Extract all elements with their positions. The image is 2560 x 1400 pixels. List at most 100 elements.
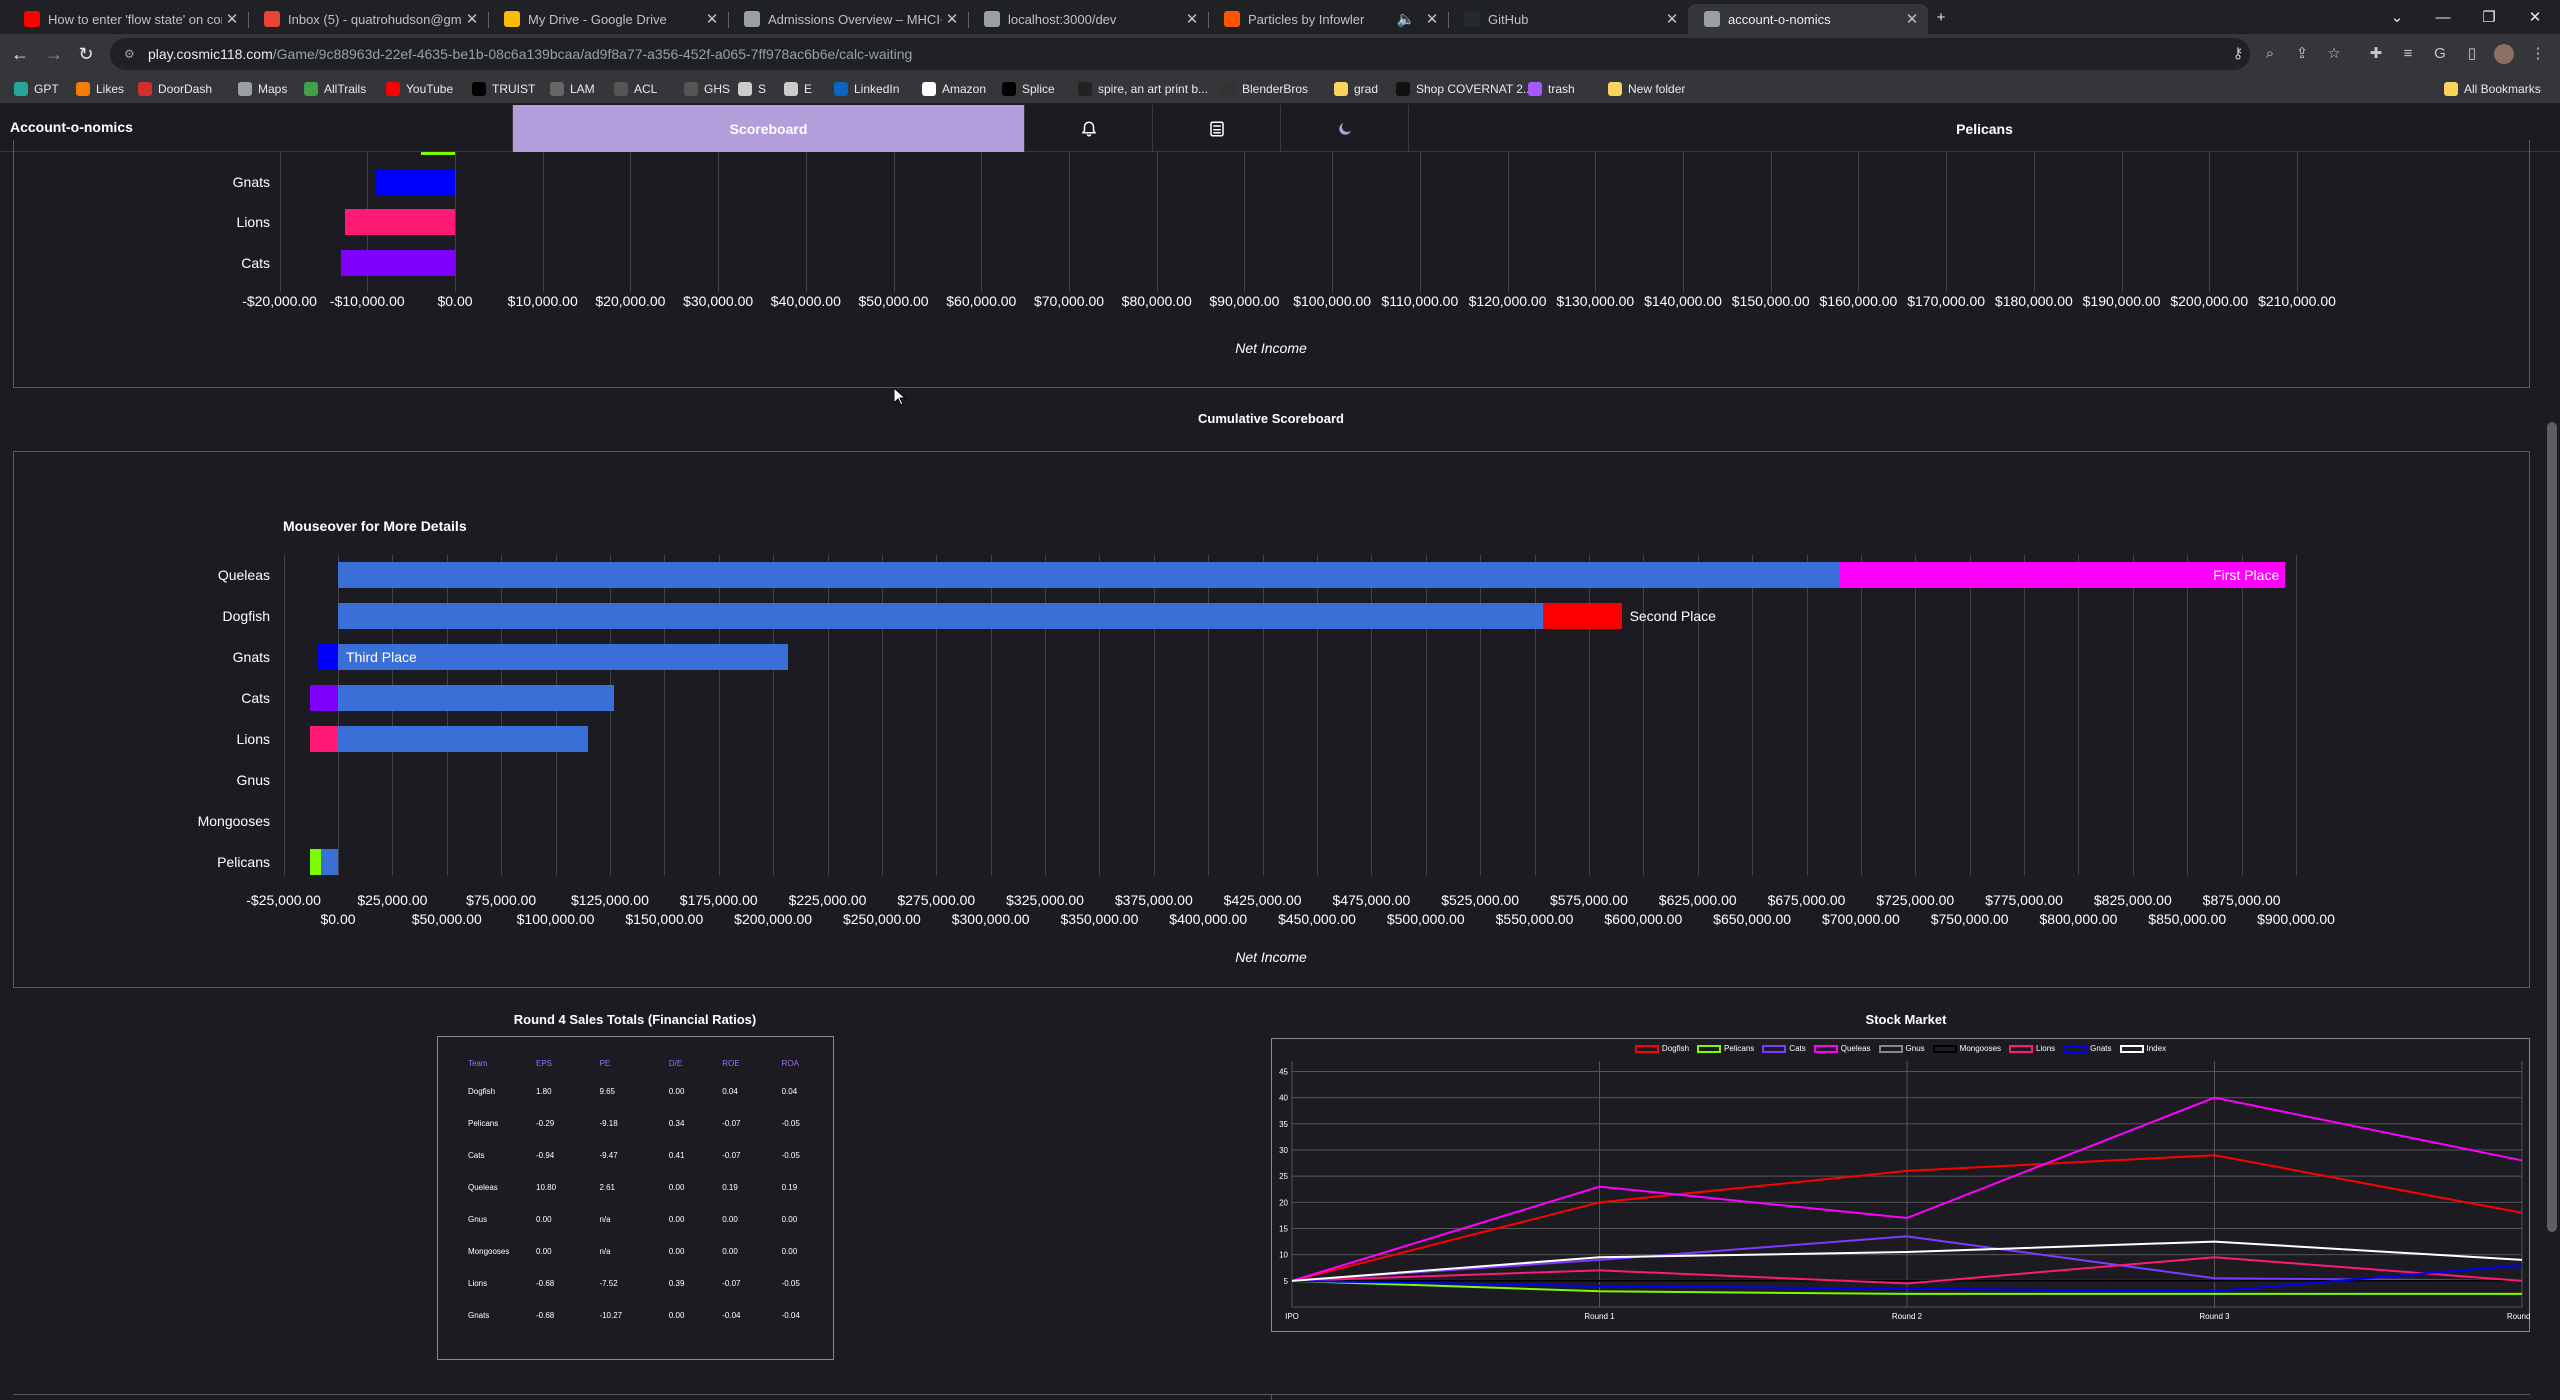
tab-close-icon[interactable]: ✕ (1182, 10, 1202, 28)
cumulative-round-segment[interactable] (309, 685, 338, 711)
browser-tab[interactable]: Admissions Overview – MHCI+D ✕ (728, 4, 968, 34)
scrollbar-thumb[interactable] (2547, 422, 2557, 1232)
bookmark-item[interactable]: AllTrails (304, 80, 366, 98)
page-scrollbar[interactable] (2544, 152, 2560, 1400)
bookmark-item[interactable]: Likes (76, 80, 124, 98)
tab-close-icon[interactable]: ✕ (462, 10, 482, 28)
table-cell: -0.07 (722, 1278, 741, 1288)
tab-close-icon[interactable]: ✕ (1662, 10, 1682, 28)
bookmark-item[interactable]: Maps (238, 80, 287, 98)
net-income-bar[interactable] (340, 250, 455, 276)
window-close-icon[interactable]: ✕ (2512, 0, 2558, 34)
bookmark-item[interactable]: grad (1334, 80, 1378, 98)
extensions-icon[interactable]: ✚ (2366, 44, 2386, 64)
column-header: PE (599, 1058, 611, 1068)
browser-tab[interactable]: My Drive - Google Drive ✕ (488, 4, 728, 34)
minimize-icon[interactable]: — (2420, 0, 2466, 34)
share-icon[interactable]: ⇪ (2292, 44, 2312, 64)
bookmark-item[interactable]: DoorDash (138, 80, 212, 98)
tab-search-icon[interactable]: ⌄ (2374, 0, 2420, 34)
bookmark-item[interactable]: LAM (550, 80, 595, 98)
bookmark-item[interactable]: Amazon (922, 80, 986, 98)
table-row: Lions -0.68 -7.52 0.39 -0.07 -0.05 (438, 1267, 833, 1299)
table-cell: Lions (468, 1278, 488, 1288)
bookmark-item[interactable]: BlenderBros (1222, 80, 1308, 98)
gridline (1915, 555, 1917, 875)
table-cell: 0.34 (668, 1118, 685, 1128)
browser-tab[interactable]: How to enter 'flow state' on com ✕ (8, 4, 248, 34)
side-panel-icon[interactable]: ▯ (2462, 44, 2482, 64)
cumulative-round-segment[interactable] (309, 849, 322, 875)
bookmark-item[interactable]: Splice (1002, 80, 1055, 98)
app-brand[interactable]: Account-o-nomics (10, 119, 133, 135)
divider (1271, 1394, 1272, 1400)
cumulative-round-segment[interactable] (318, 644, 338, 670)
gridline (1806, 555, 1808, 875)
x-tick-label: $600,000.00 (1604, 911, 1683, 927)
address-bar[interactable]: ⚙ play.cosmic118.com/Game/9c88963d-22ef-… (110, 38, 2250, 70)
bookmark-item[interactable]: Shop COVERNAT 2... (1396, 80, 1533, 98)
tab-audio-icon[interactable]: 🔈 (1396, 10, 1416, 28)
cumulative-round-segment[interactable] (1543, 603, 1622, 629)
bookmark-item[interactable]: GHS (684, 80, 730, 98)
zoom-icon[interactable]: ⌕ (2260, 44, 2280, 64)
forward-icon[interactable]: → (42, 42, 66, 66)
tab-close-icon[interactable]: ✕ (1422, 10, 1442, 28)
x-tick-label: $160,000.00 (1819, 293, 1898, 309)
bookmark-item[interactable]: LinkedIn (834, 80, 899, 98)
y-tick-label: 30 (1279, 1146, 1288, 1155)
key-icon[interactable]: ⚷ (2228, 44, 2248, 64)
column-header: EPS (536, 1058, 553, 1068)
bookmark-icon (386, 82, 400, 96)
bookmark-item[interactable]: ACL (614, 80, 657, 98)
table-cell: 0.00 (536, 1246, 552, 1256)
bookmark-item[interactable]: E (784, 80, 812, 98)
new-tab-icon[interactable]: + (1918, 0, 1964, 34)
browser-tab[interactable]: Particles by Infowler 🔈 ✕ (1208, 4, 1448, 34)
bookmark-label: AllTrails (324, 82, 367, 96)
cumulative-round-segment[interactable] (321, 849, 338, 875)
cumulative-round-segment[interactable] (309, 726, 338, 752)
bookmark-item[interactable]: spire, an art print b... (1078, 80, 1208, 98)
browser-tab[interactable]: GitHub ✕ (1448, 4, 1688, 34)
bookmark-item[interactable]: YouTube (386, 80, 453, 98)
tab-title: Inbox (5) - quatrohudson@gma (288, 11, 462, 27)
gridline (1969, 555, 1971, 875)
cumulative-bar[interactable] (338, 603, 1544, 629)
bookmark-item[interactable]: trash (1528, 80, 1575, 98)
restore-icon[interactable]: ❐ (2466, 0, 2512, 34)
tab-close-icon[interactable]: ✕ (702, 10, 722, 28)
table-row: Gnats -0.68 -10.27 0.00 -0.04 -0.04 (438, 1299, 833, 1331)
net-income-bar[interactable] (376, 169, 455, 195)
gridline (1332, 152, 1334, 292)
x-tick-label: $825,000.00 (2093, 892, 2172, 908)
tab-close-icon[interactable]: ✕ (222, 10, 242, 28)
browser-tab[interactable]: Inbox (5) - quatrohudson@gma ✕ (248, 4, 488, 34)
table-cell: 0.04 (781, 1086, 798, 1096)
bookmark-item[interactable]: GPT (14, 80, 59, 98)
all-bookmarks[interactable]: All Bookmarks (2444, 80, 2541, 98)
net-income-bar[interactable] (345, 209, 455, 235)
site-info-icon[interactable]: ⚙ (124, 47, 138, 61)
menu-icon[interactable]: ⋮ (2528, 44, 2548, 64)
cumulative-bar[interactable] (338, 562, 1840, 588)
google-icon[interactable]: G (2430, 44, 2450, 64)
gridline (1770, 152, 1772, 292)
x-tick-label: $525,000.00 (1441, 892, 1520, 908)
table-cell: 0.19 (722, 1182, 738, 1192)
cumulative-bar[interactable] (338, 726, 589, 752)
profile-avatar-icon[interactable] (2494, 44, 2514, 64)
bookmark-item[interactable]: S (738, 80, 766, 98)
cumulative-bar[interactable] (338, 685, 615, 711)
back-icon[interactable]: ← (8, 42, 32, 66)
bookmark-icon (14, 82, 28, 96)
bookmark-star-icon[interactable]: ☆ (2324, 44, 2344, 64)
browser-tab[interactable]: localhost:3000/dev ✕ (968, 4, 1208, 34)
bookmark-item[interactable]: New folder (1608, 80, 1685, 98)
reload-icon[interactable]: ↻ (74, 42, 98, 66)
reading-list-icon[interactable]: ≡ (2398, 44, 2418, 64)
table-row: Gnus 0.00 n/a 0.00 0.00 0.00 (438, 1203, 833, 1235)
browser-tab[interactable]: account-o-nomics ✕ (1688, 4, 1928, 34)
tab-close-icon[interactable]: ✕ (942, 10, 962, 28)
bookmark-item[interactable]: TRUIST (472, 80, 535, 98)
